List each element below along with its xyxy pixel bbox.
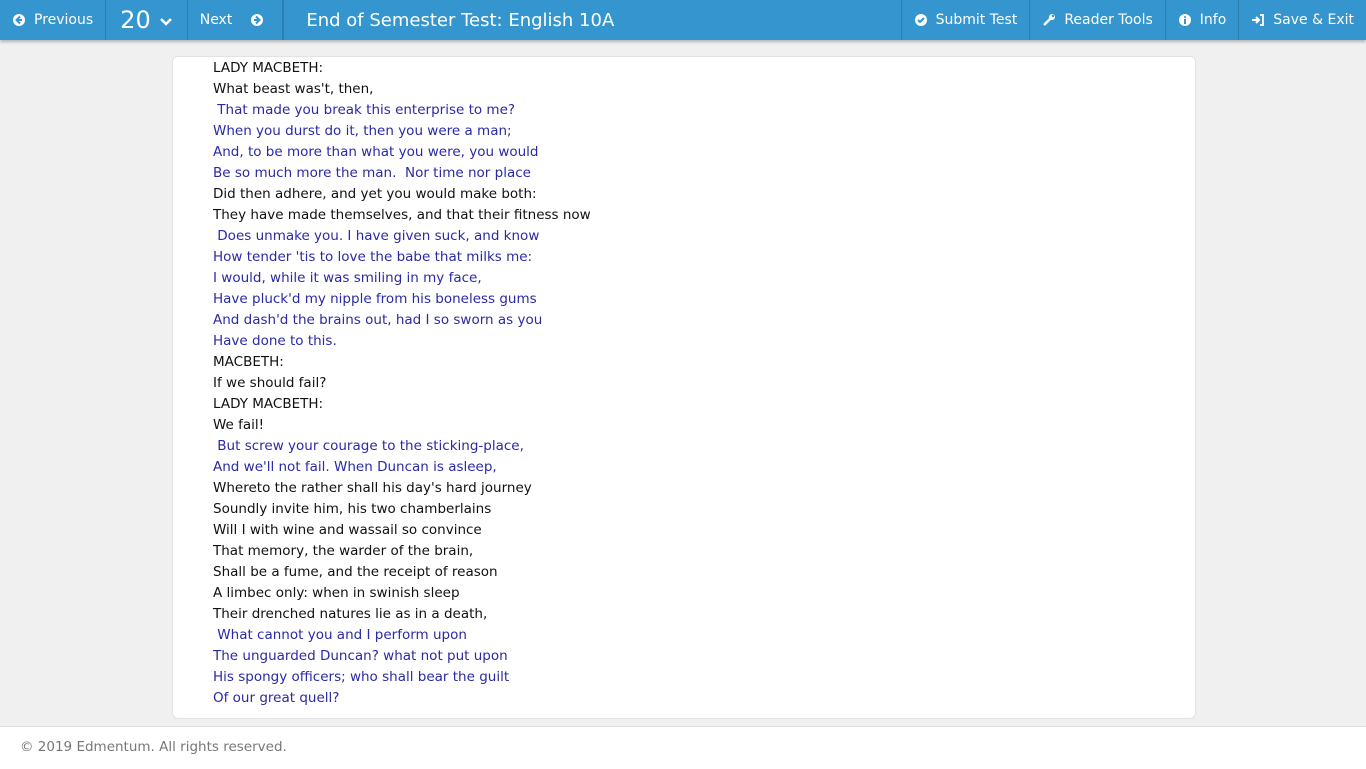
passage-line: What beast was't, then, <box>213 81 374 97</box>
highlighted-passage-line: And we'll not fail. When Duncan is aslee… <box>213 459 497 475</box>
highlighted-passage-line: Of our great quell? <box>213 690 340 706</box>
passage-text: LADY MACBETH: What beast was't, then, Tha… <box>213 58 591 709</box>
highlighted-passage-line: What cannot you and I perform upon <box>213 627 467 643</box>
highlighted-passage-line: His spongy officers; who shall bear the … <box>213 669 510 685</box>
reader-tools-button[interactable]: Reader Tools <box>1029 0 1164 40</box>
passage-line: LADY MACBETH: <box>213 60 324 76</box>
arrow-circle-right-icon <box>250 13 264 27</box>
submit-test-button[interactable]: Submit Test <box>900 0 1030 40</box>
passage-line: LADY MACBETH: <box>213 396 324 412</box>
footer: © 2019 Edmentum. All rights reserved. <box>0 726 1366 769</box>
passage-line: A limbec only: when in swinish sleep <box>213 585 460 601</box>
previous-label: Previous <box>34 12 94 28</box>
highlighted-passage-line: Does unmake you. I have given suck, and … <box>213 228 540 244</box>
arrow-circle-left-icon <box>12 13 26 27</box>
copyright: © 2019 Edmentum. All rights reserved. <box>20 739 287 755</box>
highlighted-passage-line: That made you break this enterprise to m… <box>213 102 516 118</box>
passage-line: Soundly invite him, his two chamberlains <box>213 501 492 517</box>
chevron-down-icon <box>159 13 173 27</box>
next-button[interactable]: Next <box>188 0 284 40</box>
highlighted-passage-line: Be so much more the man. Nor time nor pl… <box>213 165 531 181</box>
passage-line: MACBETH: <box>213 354 284 370</box>
info-label: Info <box>1199 12 1227 28</box>
reader-tools-label: Reader Tools <box>1064 12 1153 28</box>
previous-button[interactable]: Previous <box>0 0 107 40</box>
info-circle-icon <box>1178 13 1192 27</box>
passage-line: Did then adhere, and yet you would make … <box>213 186 537 202</box>
info-button[interactable]: Info <box>1164 0 1239 40</box>
highlighted-passage-line: And, to be more than what you were, you … <box>213 144 539 160</box>
highlighted-passage-line: But screw your courage to the sticking-p… <box>213 438 524 454</box>
top-toolbar: Previous 20 Next End of Semester Test: E… <box>0 0 1366 40</box>
highlighted-passage-line: The unguarded Duncan? what not put upon <box>213 648 508 664</box>
sign-in-icon <box>1251 13 1265 27</box>
passage-line: That memory, the warder of the brain, <box>213 543 474 559</box>
save-exit-label: Save & Exit <box>1273 12 1354 28</box>
next-label: Next <box>199 12 233 28</box>
page-title: End of Semester Test: English 10A <box>283 0 900 40</box>
save-exit-button[interactable]: Save & Exit <box>1238 0 1366 40</box>
question-selector[interactable]: 20 <box>106 0 188 40</box>
highlighted-passage-line: Have done to this. <box>213 333 337 349</box>
highlighted-passage-line: I would, while it was smiling in my face… <box>213 270 482 286</box>
highlighted-passage-line: When you durst do it, then you were a ma… <box>213 123 512 139</box>
check-circle-icon <box>914 13 928 27</box>
submit-test-label: Submit Test <box>935 12 1018 28</box>
highlighted-passage-line: And dash'd the brains out, had I so swor… <box>213 312 543 328</box>
passage-line: If we should fail? <box>213 375 327 391</box>
wrench-icon <box>1042 13 1056 27</box>
highlighted-passage-line: Have pluck'd my nipple from his boneless… <box>213 291 537 307</box>
passage-line: They have made themselves, and that thei… <box>213 207 591 223</box>
passage-line: Their drenched natures lie as in a death… <box>213 606 488 622</box>
highlighted-passage-line: How tender 'tis to love the babe that mi… <box>213 249 533 265</box>
passage-line: Will I with wine and wassail so convince <box>213 522 482 538</box>
passage-line: Shall be a fume, and the receipt of reas… <box>213 564 498 580</box>
passage-panel: LADY MACBETH: What beast was't, then, Tha… <box>172 56 1196 719</box>
passage-line: Whereto the rather shall his day's hard … <box>213 480 532 496</box>
question-number: 20 <box>120 6 151 34</box>
passage-line: We fail! <box>213 417 265 433</box>
